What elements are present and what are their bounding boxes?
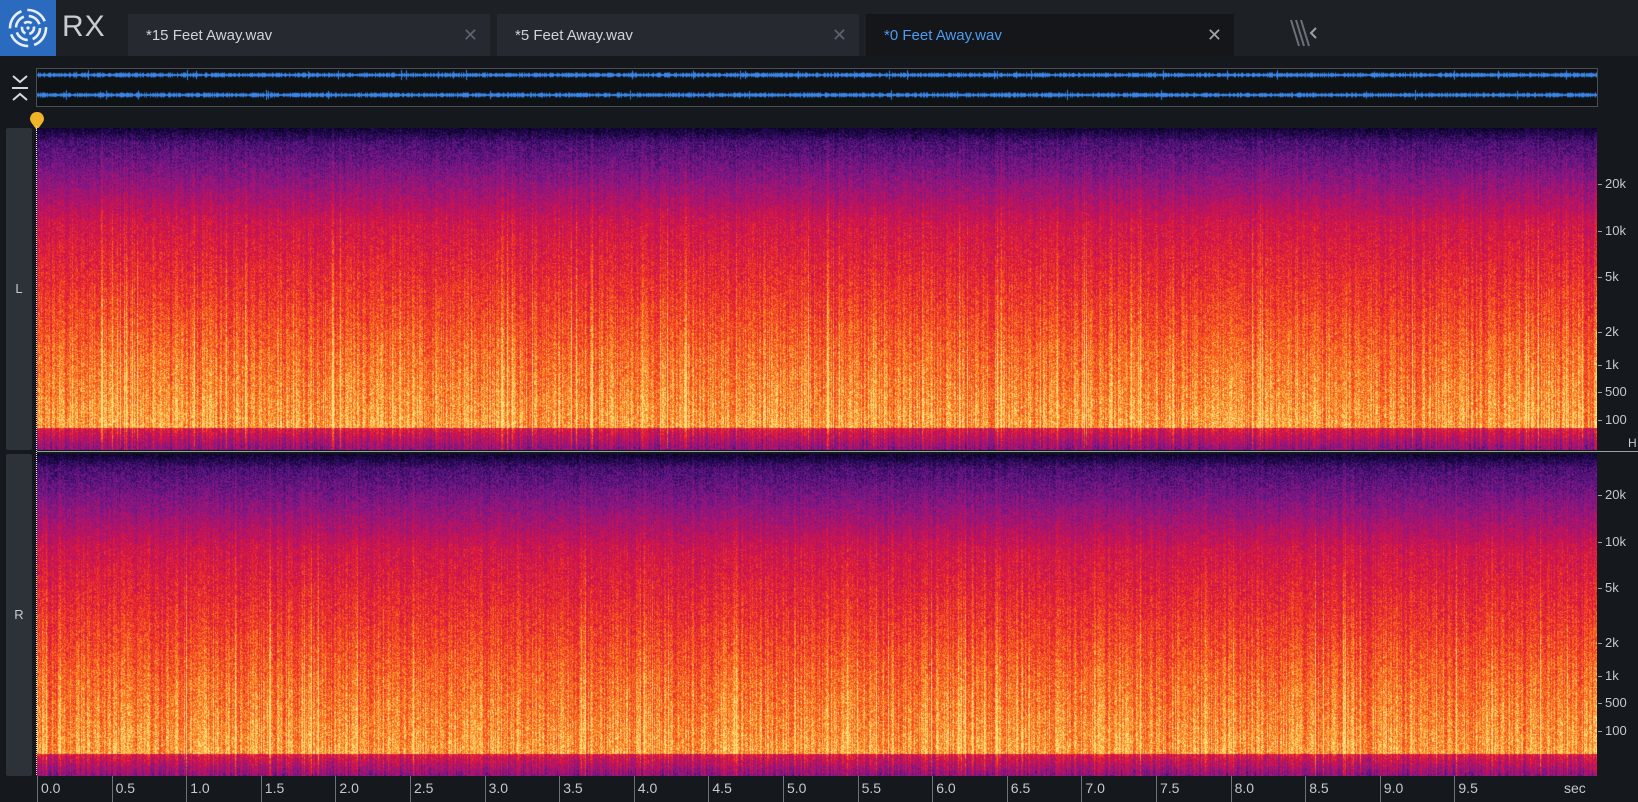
time-tick: 6.0	[932, 776, 956, 802]
close-icon[interactable]: ✕	[463, 25, 478, 46]
time-tick-label: 9.5	[1458, 780, 1478, 796]
time-tick: 9.5	[1454, 776, 1478, 802]
channel-label-left[interactable]: L	[6, 128, 32, 450]
tab-label: *15 Feet Away.wav	[146, 27, 273, 44]
close-icon[interactable]: ✕	[832, 25, 847, 46]
time-tick-label: 0.0	[41, 780, 61, 796]
time-tick: 1.5	[260, 776, 284, 802]
time-tick: 0.0	[37, 776, 60, 802]
waveform-overview[interactable]	[36, 68, 1598, 107]
time-tick-label: 4.0	[637, 780, 658, 796]
time-tick: 7.0	[1081, 776, 1105, 802]
time-tick: 3.0	[484, 776, 508, 802]
frequency-unit: H	[1628, 436, 1637, 450]
tab-overflow-icon[interactable]	[1288, 18, 1318, 48]
time-tick: 0.5	[111, 776, 135, 802]
rx-spiral-logo-icon	[8, 8, 48, 48]
spectrogram-right[interactable]	[37, 454, 1597, 776]
time-tick-label: 8.5	[1309, 780, 1329, 796]
tab-15-feet-away[interactable]: *15 Feet Away.wav ✕	[128, 14, 490, 56]
time-tick: 4.0	[633, 776, 657, 802]
time-tick-label: 5.0	[787, 780, 807, 796]
time-tick: 6.5	[1006, 776, 1030, 802]
playhead-line	[36, 126, 37, 775]
time-tick-label: 5.5	[861, 780, 882, 796]
collapse-chevrons-icon[interactable]	[8, 70, 32, 106]
time-tick-label: 0.5	[115, 780, 136, 796]
time-tick-label: 8.0	[1234, 780, 1255, 796]
time-tick: 5.0	[783, 776, 806, 802]
tab-0-feet-away[interactable]: *0 Feet Away.wav ✕	[866, 14, 1234, 56]
time-tick-label: 4.5	[712, 780, 732, 796]
channel-right-text: R	[14, 607, 24, 622]
spectrogram-left[interactable]	[37, 128, 1597, 450]
overview-waveform	[37, 69, 1597, 106]
time-tick: 9.0	[1379, 776, 1403, 802]
channel-label-right[interactable]: R	[6, 454, 32, 776]
time-unit: sec	[1564, 780, 1586, 796]
time-tick: 8.0	[1230, 776, 1254, 802]
tab-bar: RX *15 Feet Away.wav ✕ *5 Feet Away.wav …	[0, 0, 1638, 56]
time-tick-label: 7.0	[1085, 780, 1105, 796]
frequency-axis-left: 20k 10k 5k 2k 1k 500 100	[1598, 176, 1627, 427]
time-tick: 5.5	[857, 776, 881, 802]
time-tick: 4.5	[708, 776, 732, 802]
time-tick: 3.5	[559, 776, 583, 802]
channel-divider	[37, 451, 1638, 452]
time-tick-label: 2.0	[339, 780, 359, 796]
time-tick-label: 6.5	[1010, 780, 1031, 796]
tab-5-feet-away[interactable]: *5 Feet Away.wav ✕	[497, 14, 859, 56]
time-tick-label: 3.0	[488, 780, 509, 796]
time-tick-label: 2.5	[414, 780, 434, 796]
time-tick-label: 1.5	[264, 780, 285, 796]
time-tick: 7.5	[1156, 776, 1179, 802]
time-tick: 2.5	[410, 776, 433, 802]
time-tick-label: 1.0	[190, 780, 210, 796]
time-tick-label: 9.0	[1383, 780, 1404, 796]
app-name: RX	[62, 10, 106, 43]
app-logo[interactable]	[0, 0, 56, 56]
tab-label: *0 Feet Away.wav	[884, 27, 1002, 44]
channel-left-text: L	[15, 281, 23, 296]
frequency-axis-right: 20k 10k 5k 2k 1k 500 100	[1598, 487, 1627, 738]
time-tick-label: 6.0	[936, 780, 956, 796]
time-tick: 1.0	[186, 776, 210, 802]
time-axis[interactable]: 0.0 0.5 1.0 1.5 2.0 2.5 3.0 3.5 4.0 4.5 5.0 5.5 6.0 6…	[37, 776, 1638, 802]
time-tick-label: 7.5	[1160, 780, 1180, 796]
time-tick: 2.0	[335, 776, 359, 802]
time-tick-label: 3.5	[563, 780, 583, 796]
close-icon[interactable]: ✕	[1207, 25, 1222, 46]
time-tick: 8.5	[1305, 776, 1329, 802]
tab-label: *5 Feet Away.wav	[515, 27, 633, 44]
